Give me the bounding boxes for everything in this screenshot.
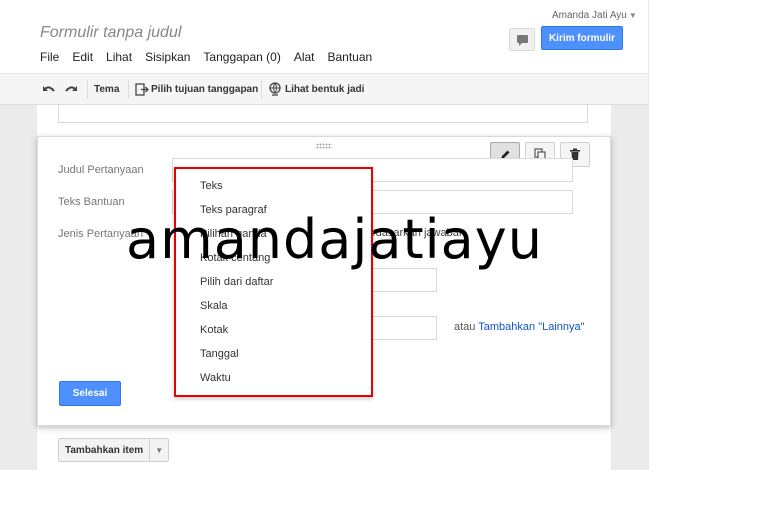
- chat-icon: [517, 35, 528, 46]
- redo-button[interactable]: [64, 74, 78, 105]
- menu-help[interactable]: Bantuan: [328, 50, 373, 64]
- send-form-button[interactable]: Kirim formulir: [541, 26, 623, 50]
- choose-destination-button[interactable]: Pilih tujuan tanggapan: [135, 74, 258, 105]
- redo-icon: [65, 85, 77, 92]
- form-title[interactable]: Formulir tanpa judul: [40, 24, 181, 42]
- add-item-label[interactable]: Tambahkan item: [58, 438, 151, 462]
- comments-button[interactable]: [509, 28, 535, 51]
- menu-responses[interactable]: Tanggapan (0): [203, 50, 280, 64]
- toolbar: Tema Pilih tujuan tanggapan Lihat bentuk…: [0, 73, 648, 105]
- toolbar-divider: [261, 80, 262, 99]
- add-option-input[interactable]: [372, 316, 437, 340]
- theme-label: Tema: [94, 84, 120, 95]
- menu-tools[interactable]: Alat: [294, 50, 315, 64]
- menu-edit[interactable]: Edit: [72, 50, 93, 64]
- globe-icon: [269, 82, 281, 96]
- option-text[interactable]: Teks: [200, 180, 223, 192]
- add-other-link[interactable]: Tambahkan "Lainnya": [478, 321, 584, 333]
- export-icon: [135, 83, 149, 96]
- user-account[interactable]: Amanda Jati Ayu ▼: [552, 10, 637, 21]
- toolbar-divider: [87, 80, 88, 99]
- view-live-form-button[interactable]: Lihat bentuk jadi: [268, 74, 364, 105]
- option-grid[interactable]: Kotak: [200, 324, 228, 336]
- option-date[interactable]: Tanggal: [200, 348, 239, 360]
- other-prefix: atau: [454, 321, 479, 333]
- watermark-text: amandajatiayu: [126, 208, 543, 271]
- menu-insert[interactable]: Sisipkan: [145, 50, 190, 64]
- preview-label: Lihat bentuk jadi: [285, 84, 365, 95]
- add-other-option: atau Tambahkan "Lainnya": [454, 321, 585, 333]
- chevron-down-icon: ▼: [628, 11, 637, 20]
- help-text-label: Teks Bantuan: [58, 196, 125, 208]
- theme-button[interactable]: Tema: [94, 74, 119, 105]
- toolbar-divider: [128, 80, 129, 99]
- question-title-label: Judul Pertanyaan: [58, 164, 144, 176]
- option-input[interactable]: [372, 268, 437, 292]
- chevron-down-icon[interactable]: ▼: [150, 438, 170, 462]
- option-scale[interactable]: Skala: [200, 300, 228, 312]
- previous-question-box[interactable]: [58, 105, 588, 123]
- user-name: Amanda Jati Ayu: [552, 10, 627, 21]
- menu-file[interactable]: File: [40, 50, 59, 64]
- window-edge: [648, 0, 649, 470]
- done-button[interactable]: Selesai: [59, 381, 121, 406]
- add-item-button[interactable]: Tambahkan item ▼: [58, 438, 170, 462]
- undo-icon: [43, 85, 55, 92]
- drag-handle[interactable]: [316, 143, 332, 149]
- question-type-dropdown: Teks Teks paragraf Pilihan ganda Kotak c…: [174, 167, 373, 397]
- option-time[interactable]: Waktu: [200, 372, 231, 384]
- undo-button[interactable]: [42, 74, 56, 105]
- menu-view[interactable]: Lihat: [106, 50, 132, 64]
- option-choose-from-list[interactable]: Pilih dari daftar: [200, 276, 273, 288]
- destination-label: Pilih tujuan tanggapan: [151, 84, 259, 95]
- menubar: File Edit Lihat Sisipkan Tanggapan (0) A…: [40, 50, 372, 64]
